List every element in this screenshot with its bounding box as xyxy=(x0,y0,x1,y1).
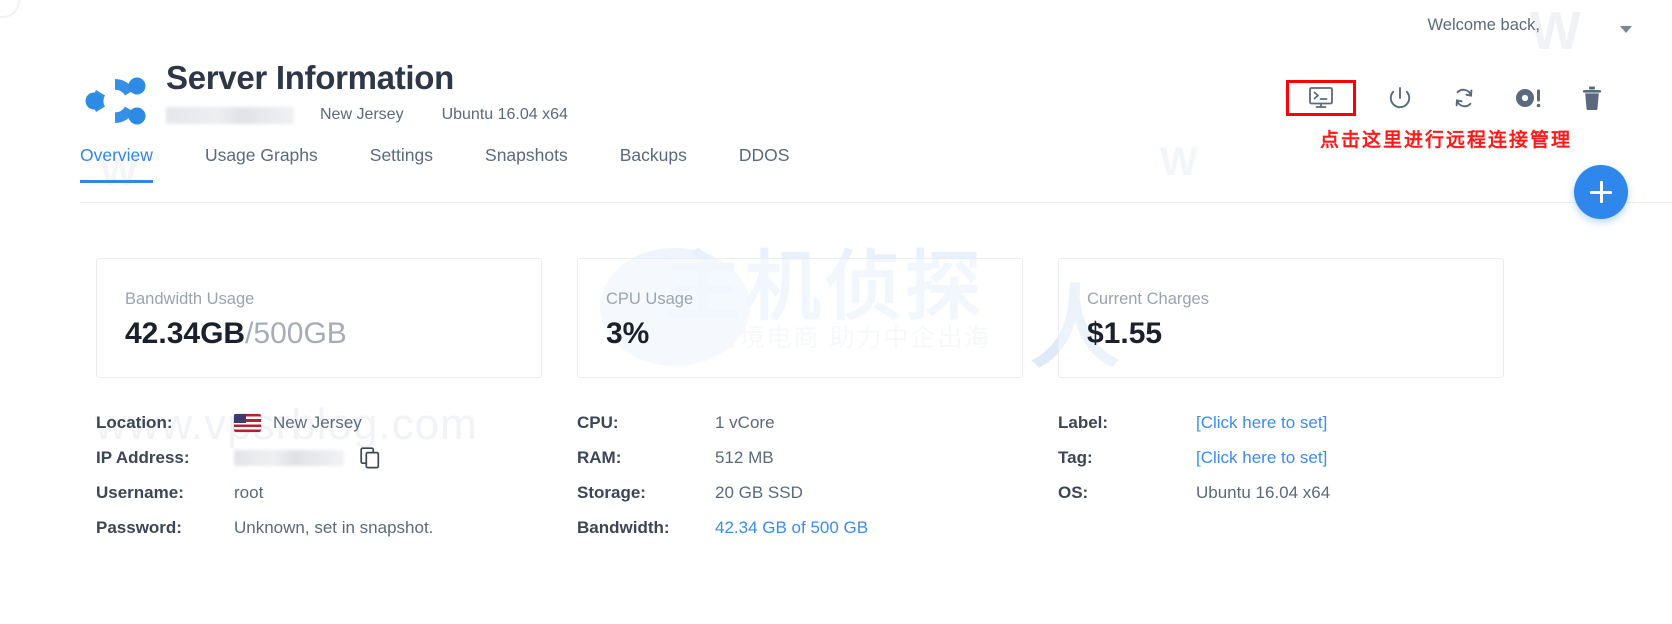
detail-row-storage: Storage: 20 GB SSD xyxy=(577,475,1058,510)
top-bar: Welcome back, xyxy=(0,0,1672,54)
console-button[interactable] xyxy=(1286,80,1356,116)
stat-cards: Bandwidth Usage 42.34GB/500GB CPU Usage … xyxy=(96,258,1612,378)
reinstall-button[interactable] xyxy=(1508,78,1548,118)
server-os: Ubuntu 16.04 x64 xyxy=(442,106,568,124)
detail-value: 1 vCore xyxy=(715,413,775,433)
detail-row-ram: RAM: 512 MB xyxy=(577,440,1058,475)
page-title: Server Information xyxy=(166,58,568,98)
ubuntu-logo-icon xyxy=(80,66,150,136)
detail-row-cpu: CPU: 1 vCore xyxy=(577,405,1058,440)
detail-key: Bandwidth: xyxy=(577,518,715,538)
card-label: Current Charges xyxy=(1087,289,1503,309)
detail-row-username: Username: root xyxy=(96,475,577,510)
set-tag-link[interactable]: [Click here to set] xyxy=(1196,448,1327,468)
detail-value: Unknown, set in snapshot. xyxy=(234,518,433,538)
tab-snapshots[interactable]: Snapshots xyxy=(485,145,568,183)
card-label: CPU Usage xyxy=(606,289,1022,309)
detail-key: Username: xyxy=(96,483,234,503)
detail-row-ip-address: IP Address: xyxy=(96,440,577,475)
detail-key: Storage: xyxy=(577,483,715,503)
watermark-letter-2: W xyxy=(1160,140,1198,185)
detail-key: Location: xyxy=(96,413,234,433)
bandwidth-usage-card: Bandwidth Usage 42.34GB/500GB xyxy=(96,258,542,378)
ip-address-redacted xyxy=(234,450,344,466)
tab-backups[interactable]: Backups xyxy=(620,145,687,183)
location-text: New Jersey xyxy=(273,413,362,433)
detail-value xyxy=(234,447,380,469)
tab-overview[interactable]: Overview xyxy=(80,145,153,183)
detail-column-meta: Label: [Click here to set] Tag: [Click h… xyxy=(1058,405,1539,545)
hostname-redacted xyxy=(166,107,294,124)
tab-usage-graphs[interactable]: Usage Graphs xyxy=(205,145,318,183)
detail-column-network: Location: New Jersey IP Address: xyxy=(96,405,577,545)
detail-row-label: Label: [Click here to set] xyxy=(1058,405,1539,440)
card-value: $1.55 xyxy=(1087,316,1503,352)
card-value-main: $1.55 xyxy=(1087,317,1162,350)
card-value: 3% xyxy=(606,316,1022,352)
us-flag-icon xyxy=(234,414,261,432)
corner-circle-decoration xyxy=(0,0,20,18)
detail-key: CPU: xyxy=(577,413,715,433)
detail-column-specs: CPU: 1 vCore RAM: 512 MB Storage: 20 GB … xyxy=(577,405,1058,545)
detail-key: OS: xyxy=(1058,483,1196,503)
header-divider xyxy=(80,202,1672,203)
card-value-suffix: /500GB xyxy=(245,317,347,350)
copy-icon[interactable] xyxy=(360,447,380,469)
detail-value: 512 MB xyxy=(715,448,774,468)
destroy-button[interactable] xyxy=(1572,78,1612,118)
cpu-usage-card: CPU Usage 3% xyxy=(577,258,1023,378)
set-label-link[interactable]: [Click here to set] xyxy=(1196,413,1327,433)
power-button[interactable] xyxy=(1380,78,1420,118)
detail-key: IP Address: xyxy=(96,448,234,468)
card-value-main: 42.34GB xyxy=(125,317,245,350)
server-location: New Jersey xyxy=(320,106,404,124)
restart-button[interactable] xyxy=(1444,78,1484,118)
card-value-main: 3% xyxy=(606,317,649,350)
server-actions xyxy=(1286,78,1612,118)
card-label: Bandwidth Usage xyxy=(125,289,541,309)
detail-value: Ubuntu 16.04 x64 xyxy=(1196,483,1330,503)
server-subline: New Jersey Ubuntu 16.04 x64 xyxy=(166,106,568,124)
detail-columns: Location: New Jersey IP Address: xyxy=(96,405,1612,545)
detail-row-bandwidth: Bandwidth: 42.34 GB of 500 GB xyxy=(577,510,1058,545)
tab-ddos[interactable]: DDOS xyxy=(739,145,790,183)
detail-key: Label: xyxy=(1058,413,1196,433)
detail-row-tag: Tag: [Click here to set] xyxy=(1058,440,1539,475)
detail-key: Password: xyxy=(96,518,234,538)
add-button[interactable] xyxy=(1574,165,1628,219)
tab-settings[interactable]: Settings xyxy=(370,145,433,183)
detail-key: RAM: xyxy=(577,448,715,468)
current-charges-card: Current Charges $1.55 xyxy=(1058,258,1504,378)
card-value: 42.34GB/500GB xyxy=(125,316,541,352)
welcome-text: Welcome back, xyxy=(1428,16,1541,34)
detail-value: root xyxy=(234,483,263,503)
detail-row-os: OS: Ubuntu 16.04 x64 xyxy=(1058,475,1539,510)
detail-key: Tag: xyxy=(1058,448,1196,468)
detail-row-location: Location: New Jersey xyxy=(96,405,577,440)
welcome-message: Welcome back, xyxy=(1428,16,1589,35)
detail-value: New Jersey xyxy=(234,413,362,433)
detail-value: 20 GB SSD xyxy=(715,483,803,503)
annotation-text: 点击这里进行远程连接管理 xyxy=(1320,125,1572,152)
tab-bar: Overview Usage Graphs Settings Snapshots… xyxy=(80,145,841,183)
detail-row-password: Password: Unknown, set in snapshot. xyxy=(96,510,577,545)
detail-value-link[interactable]: 42.34 GB of 500 GB xyxy=(715,518,868,538)
title-block: Server Information New Jersey Ubuntu 16.… xyxy=(166,58,568,124)
chevron-down-icon[interactable] xyxy=(1620,26,1632,33)
